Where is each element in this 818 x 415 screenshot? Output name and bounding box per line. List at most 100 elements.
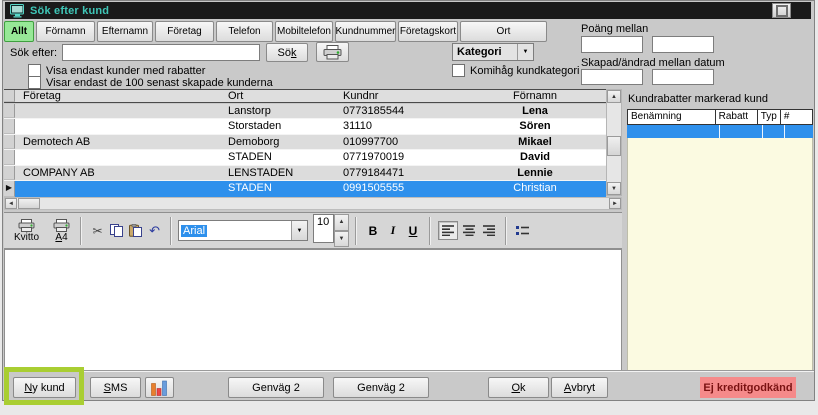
align-left-icon xyxy=(442,225,455,236)
scroll-up-button[interactable]: ▲ xyxy=(607,90,621,103)
paste-button[interactable] xyxy=(127,222,144,239)
cancel-button[interactable]: Avbryt xyxy=(551,377,608,398)
search-button[interactable]: Sök xyxy=(266,43,308,62)
shortcut-2b-button[interactable]: Genväg 2 xyxy=(333,377,429,398)
bullet-list-button[interactable] xyxy=(514,222,532,239)
font-name: Arial xyxy=(181,225,207,237)
editor-toolbar: Kvitto A4 ✂ ↶ xyxy=(4,212,622,249)
paste-icon xyxy=(129,224,142,237)
size-up-button[interactable]: ▲ xyxy=(334,214,349,231)
scroll-down-button[interactable]: ▼ xyxy=(607,182,621,195)
tab-kundnummer[interactable]: Kundnummer xyxy=(335,21,396,42)
tab-ort[interactable]: Ort xyxy=(460,21,547,42)
tab-foretag[interactable]: Företag xyxy=(155,21,214,42)
col-num[interactable]: # xyxy=(780,109,813,125)
print-a4-button[interactable]: A4 xyxy=(49,218,74,244)
maximize-icon xyxy=(776,5,788,17)
align-right-button[interactable] xyxy=(480,222,498,239)
computer-icon xyxy=(10,4,25,18)
arrow-right-icon: ► xyxy=(612,201,618,207)
search-label: Sök efter: xyxy=(10,47,57,59)
align-left-button[interactable] xyxy=(438,221,458,240)
tab-foretagskort[interactable]: Företagskort xyxy=(398,21,458,42)
arrow-up-icon: ▲ xyxy=(339,219,345,225)
table-row[interactable]: STADEN 0771970019 David xyxy=(4,150,606,166)
customer-table-header: Företag Ort Kundnr Förnamn xyxy=(4,89,622,103)
table-row[interactable]: COMPANY AB LENSTADEN 0779184471 Lennie xyxy=(4,166,606,182)
col-rabatt[interactable]: Rabatt xyxy=(715,109,757,125)
category-select[interactable]: Kategori ▼ xyxy=(452,43,534,61)
points-to-input[interactable] xyxy=(652,36,714,53)
chevron-down-icon[interactable]: ▼ xyxy=(517,44,533,60)
search-mode-tabs: Allt Förnamn Efternamn Företag Telefon M… xyxy=(4,21,547,42)
copy-button[interactable] xyxy=(108,222,125,239)
show-last-100-checkbox[interactable]: Visar endast de 100 senast skapade kunde… xyxy=(28,76,273,89)
col-typ[interactable]: Typ xyxy=(757,109,780,125)
tab-fornamn[interactable]: Förnamn xyxy=(36,21,95,42)
align-center-button[interactable] xyxy=(460,222,478,239)
printer-icon xyxy=(18,219,35,232)
undo-button[interactable]: ↶ xyxy=(146,222,163,239)
footer-divider xyxy=(4,370,814,372)
print-button[interactable] xyxy=(316,42,349,62)
arrow-down-icon: ▼ xyxy=(339,236,345,242)
arrow-up-icon: ▲ xyxy=(611,94,617,100)
notes-editor[interactable] xyxy=(4,249,622,371)
discount-row-selected[interactable] xyxy=(627,125,813,138)
col-benamning[interactable]: Benämning xyxy=(627,109,715,125)
table-row[interactable]: Lanstorp 0773185544 Lena xyxy=(4,104,606,120)
vscroll-thumb[interactable] xyxy=(607,136,621,156)
arrow-down-icon: ▼ xyxy=(611,186,617,192)
italic-button[interactable]: I xyxy=(384,222,402,239)
underline-button[interactable]: U xyxy=(404,222,422,239)
statistics-button[interactable] xyxy=(145,377,174,398)
created-to-input[interactable] xyxy=(652,69,714,85)
table-row-selected[interactable]: ▶ STADEN 0991505555 Christian xyxy=(4,181,606,197)
table-vscrollbar[interactable]: ▲ ▼ xyxy=(606,89,622,196)
remember-category-checkbox[interactable]: Komihåg kundkategori xyxy=(452,64,579,77)
printer-icon xyxy=(323,45,342,60)
hscroll-thumb[interactable] xyxy=(18,198,40,209)
col-fornamn[interactable]: Förnamn xyxy=(447,90,623,102)
dates-range-label: Skapad/ändrad mellan datum xyxy=(581,57,725,69)
credit-status-badge: Ej kreditgodkänd xyxy=(700,377,796,398)
scissors-icon: ✂ xyxy=(92,224,102,238)
tab-mobiltelefon[interactable]: Mobiltelefon xyxy=(275,21,333,42)
ok-button[interactable]: Ok xyxy=(488,377,549,398)
col-ort[interactable]: Ort xyxy=(224,90,339,102)
discount-panel xyxy=(627,109,813,372)
col-kundnr[interactable]: Kundnr xyxy=(339,90,447,102)
discount-panel-title: Kundrabatter markerad kund xyxy=(628,93,768,105)
arrow-left-icon: ◄ xyxy=(8,201,14,207)
bold-button[interactable]: B xyxy=(364,222,382,239)
sms-button[interactable]: SMS xyxy=(90,377,141,398)
table-row[interactable]: Storstaden 31110 Sören xyxy=(4,119,606,135)
highlight-box xyxy=(4,367,84,405)
scroll-right-button[interactable]: ► xyxy=(609,198,621,209)
align-right-icon xyxy=(483,225,496,236)
bar-chart-icon xyxy=(151,380,168,396)
chevron-down-icon[interactable]: ▼ xyxy=(291,221,307,240)
col-foretag[interactable]: Företag xyxy=(15,90,224,102)
created-from-input[interactable] xyxy=(581,69,643,85)
font-size-value[interactable]: 10 xyxy=(313,214,334,243)
points-from-input[interactable] xyxy=(581,36,643,53)
search-input[interactable] xyxy=(62,44,260,61)
checkbox-box[interactable] xyxy=(28,76,41,89)
discount-table-header: Benämning Rabatt Typ # xyxy=(627,109,813,125)
checkbox-box[interactable] xyxy=(452,64,465,77)
shortcut-2-button[interactable]: Genväg 2 xyxy=(228,377,324,398)
cut-button[interactable]: ✂ xyxy=(89,222,106,239)
tab-efternamn[interactable]: Efternamn xyxy=(97,21,153,42)
tab-allt[interactable]: Allt xyxy=(4,21,34,42)
scroll-left-button[interactable]: ◄ xyxy=(5,198,17,209)
align-center-icon xyxy=(463,225,476,236)
print-receipt-button[interactable]: Kvitto xyxy=(10,218,43,244)
maximize-button[interactable] xyxy=(772,3,791,18)
table-row[interactable]: Demotech AB Demoborg 010997700 Mikael xyxy=(4,135,606,151)
tab-telefon[interactable]: Telefon xyxy=(216,21,273,42)
font-family-select[interactable]: Arial ▼ xyxy=(178,220,308,241)
table-hscrollbar[interactable]: ◄ ► xyxy=(4,197,622,210)
points-range-label: Poäng mellan xyxy=(581,23,648,35)
size-down-button[interactable]: ▼ xyxy=(334,231,349,248)
